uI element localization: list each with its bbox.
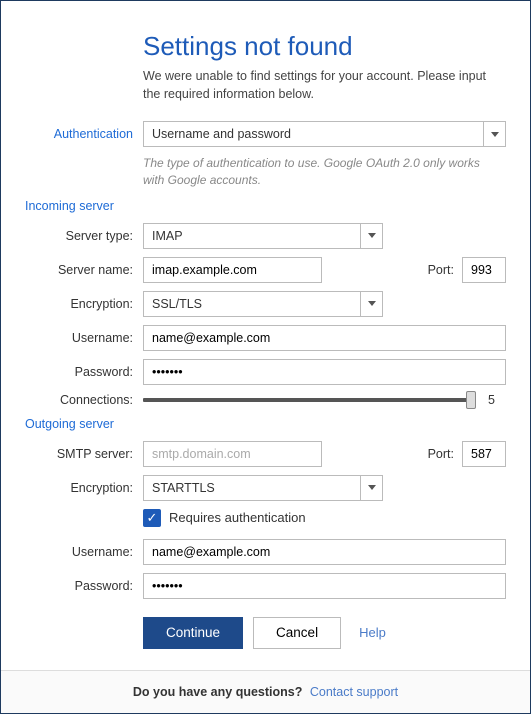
incoming-server-section: Incoming server [25,199,143,213]
slider-thumb[interactable] [466,391,476,409]
server-type-dropdown-button[interactable] [360,224,382,248]
help-link[interactable]: Help [359,625,386,640]
server-name-input[interactable] [143,257,322,283]
footer-question: Do you have any questions? [133,685,302,699]
check-icon: ✓ [147,511,158,524]
connections-label: Connections: [25,393,143,407]
outgoing-username-label: Username: [25,545,143,559]
smtp-server-input[interactable] [143,441,322,467]
server-type-label: Server type: [25,229,143,243]
outgoing-server-section: Outgoing server [25,417,143,431]
outgoing-encryption-value: STARTTLS [144,476,360,500]
incoming-password-input[interactable] [143,359,506,385]
connections-slider[interactable] [143,398,476,402]
authentication-select[interactable]: Username and password [143,121,506,147]
contact-support-link[interactable]: Contact support [310,685,398,699]
server-type-select[interactable]: IMAP [143,223,383,249]
connections-value: 5 [488,393,506,407]
outgoing-password-label: Password: [25,579,143,593]
chevron-down-icon [491,132,499,137]
outgoing-port-input[interactable] [462,441,506,467]
authentication-value: Username and password [144,122,483,146]
continue-button[interactable]: Continue [143,617,243,649]
incoming-encryption-value: SSL/TLS [144,292,360,316]
authentication-hint: The type of authentication to use. Googl… [143,155,506,189]
smtp-server-label: SMTP server: [25,447,143,461]
server-name-label: Server name: [25,263,143,277]
incoming-username-input[interactable] [143,325,506,351]
page-title: Settings not found [143,31,506,62]
incoming-encryption-select[interactable]: SSL/TLS [143,291,383,317]
outgoing-encryption-select[interactable]: STARTTLS [143,475,383,501]
outgoing-password-input[interactable] [143,573,506,599]
outgoing-encryption-dropdown-button[interactable] [360,476,382,500]
requires-auth-label: Requires authentication [169,510,306,525]
chevron-down-icon [368,301,376,306]
incoming-password-label: Password: [25,365,143,379]
authentication-label: Authentication [25,127,143,141]
incoming-port-label: Port: [428,263,454,277]
chevron-down-icon [368,485,376,490]
incoming-port-input[interactable] [462,257,506,283]
authentication-dropdown-button[interactable] [483,122,505,146]
chevron-down-icon [368,233,376,238]
page-subtitle: We were unable to find settings for your… [143,68,506,103]
outgoing-port-label: Port: [428,447,454,461]
footer: Do you have any questions? Contact suppo… [1,670,530,713]
requires-auth-checkbox[interactable]: ✓ [143,509,161,527]
incoming-encryption-label: Encryption: [25,297,143,311]
outgoing-username-input[interactable] [143,539,506,565]
cancel-button[interactable]: Cancel [253,617,341,649]
server-type-value: IMAP [144,224,360,248]
incoming-username-label: Username: [25,331,143,345]
incoming-encryption-dropdown-button[interactable] [360,292,382,316]
outgoing-encryption-label: Encryption: [25,481,143,495]
